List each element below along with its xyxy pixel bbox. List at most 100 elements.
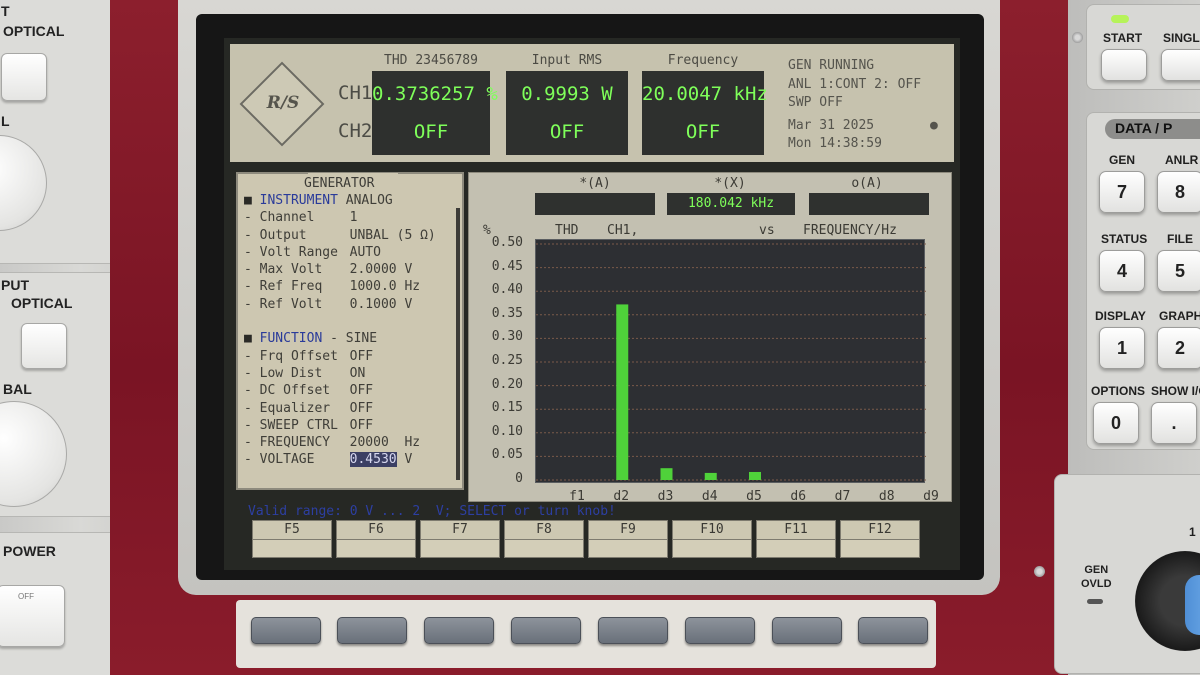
left-knob-2[interactable] [0,401,67,507]
cursor-a-label: *(A) [579,176,611,191]
graph-title-thd: THD [555,223,579,238]
y-tick-label: 0.45 [491,258,523,274]
gen-row-frq-offset[interactable]: - Frq Offset OFF [244,348,454,365]
rms-title: Input RMS [531,53,603,68]
x-tick-label: d4 [701,489,718,504]
softkey-7[interactable] [772,617,842,644]
y-tick-label: 0.05 [491,447,523,463]
power-switch[interactable]: OFF [0,585,65,647]
fkey-f10[interactable]: F10 [672,520,752,558]
gen-row-ref-volt[interactable]: - Ref Volt 0.1000 V [244,296,454,313]
lcd-screen: R/S CH1 CH2 THD 23456789 0.3736257 % OFF… [224,38,960,570]
graph-key-label: GRAPH [1159,309,1200,323]
freq-ch1-value: 20.0047 kHz [642,83,768,105]
x-tick-label: f1 [569,489,585,504]
gen-row-sweep-ctrl[interactable]: - SWEEP CTRL OFF [244,417,454,434]
plot-area[interactable] [535,239,934,483]
l-label: L [1,113,10,129]
key-8-anlr[interactable]: 8 [1157,171,1200,213]
y-tick-label: 0.10 [491,423,523,439]
softkey-3[interactable] [424,617,494,644]
thd-spectrum-chart [536,243,934,481]
cursor-o-readout [809,193,929,215]
fkey-f7[interactable]: F7 [420,520,500,558]
left-knob-1[interactable] [0,135,47,231]
softkey-5[interactable] [598,617,668,644]
softkey-1[interactable] [251,617,321,644]
freq-ch2-value: OFF [685,121,721,143]
y-tick-label: 0.15 [491,400,523,416]
cursor-x-label: *(X) [714,176,746,191]
output-1-label: 1 [1189,525,1196,539]
fkey-f12[interactable]: F12 [840,520,920,558]
softkey-2[interactable] [337,617,407,644]
freq-display: 20.0047 kHz OFF [642,71,768,155]
key-0[interactable]: 0 [1093,402,1139,444]
voltage-input[interactable]: 0.4530 [349,452,397,468]
thd-ch2-value: OFF [413,121,449,143]
gen-row-max-volt[interactable]: - Max Volt 2.0000 V [244,261,454,278]
time-display: Mon 14:38:59 [788,136,882,151]
gen-row-channel[interactable]: - Channel 1 [244,209,454,226]
y-tick-label: 0.35 [491,305,523,321]
single-button[interactable] [1161,49,1200,81]
generator-list: ■ INSTRUMENT ANALOG - Channel 1 - Output U… [244,192,454,469]
anl-status: ANL 1:CONT 2: OFF [788,77,922,92]
x-tick-label: d8 [878,489,895,504]
data-keypad: DATA / P GEN ANLR 7 8 STATUS FILE 4 5 DI… [1086,112,1200,450]
bar-d2 [616,304,629,480]
key-dot[interactable]: . [1151,402,1197,444]
put-label: PUT [1,277,29,293]
key-7-gen[interactable]: 7 [1099,171,1145,213]
anlr-key-label: ANLR [1165,153,1199,167]
show-io-label: SHOW I/O [1151,384,1200,398]
gen-output-group: GEN OVLD 1 [1054,474,1200,674]
x-tick-label: d2 [613,489,630,504]
softkey-8[interactable] [858,617,928,644]
fkey-f9[interactable]: F9 [588,520,668,558]
fkey-f5[interactable]: F5 [252,520,332,558]
optical-button[interactable] [1,53,47,101]
y-tick-label: 0.30 [491,329,523,345]
rms-ch2-value: OFF [549,121,585,143]
cursor-o-label: o(A) [851,176,883,191]
softkey-4[interactable] [511,617,581,644]
function-row[interactable]: ■ FUNCTION - SINE [244,330,454,347]
fkey-f8[interactable]: F8 [504,520,584,558]
gen-row-voltage[interactable]: - VOLTAGE 0.4530 V [244,451,454,468]
gen-row-equalizer[interactable]: - Equalizer OFF [244,400,454,417]
instrument-row[interactable]: ■ INSTRUMENT ANALOG [244,192,454,209]
left-mid-group: PUT OPTICAL BAL [0,272,120,517]
gen-row-low-dist[interactable]: - Low Dist ON [244,365,454,382]
gen-row-dc-offset[interactable]: - DC Offset OFF [244,382,454,399]
screw-icon [1034,566,1045,577]
y-tick-label: 0.20 [491,376,523,392]
gen-row-volt-range[interactable]: - Volt Range AUTO [244,244,454,261]
generator-scrollbar[interactable] [456,208,460,480]
blue-cable-plug [1185,575,1200,635]
optical-label: OPTICAL [3,23,65,39]
start-button[interactable] [1101,49,1147,81]
bar-d4 [704,472,717,480]
fkey-f6[interactable]: F6 [336,520,416,558]
key-2-graph[interactable]: 2 [1157,327,1200,369]
bal-label: BAL [3,381,32,397]
data-label: DATA / P [1115,120,1173,136]
x-tick-label: d3 [657,489,674,504]
gen-row-ref-freq[interactable]: - Ref Freq 1000.0 Hz [244,278,454,295]
generator-panel: GENERATOR ■ INSTRUMENT ANALOG - Channel 1… [236,172,464,490]
gen-row-frequency[interactable]: - FREQUENCY 20000 Hz [244,434,454,451]
top-label: T [1,3,10,19]
ch2-label: CH2 [338,120,373,142]
gen-row-output[interactable]: - Output UNBAL (5 Ω) [244,227,454,244]
key-4-status[interactable]: 4 [1099,250,1145,292]
power-label: POWER [3,543,56,559]
status-key-label: STATUS [1101,232,1148,246]
key-1-display[interactable]: 1 [1099,327,1145,369]
fkey-f11[interactable]: F11 [756,520,836,558]
optical-button-2[interactable] [21,323,67,369]
x-axis: f1 d2 d3 d4 d5 d6 d7 d8 d9 [535,489,939,505]
softkey-6[interactable] [685,617,755,644]
key-5-file[interactable]: 5 [1157,250,1200,292]
graph-title-ch: CH1, [607,223,639,238]
